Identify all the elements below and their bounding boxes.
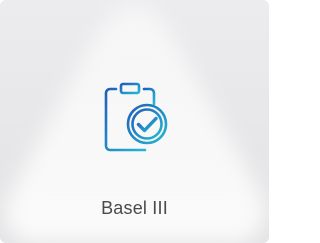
clipboard-check-icon — [104, 82, 168, 152]
basel-iii-tile[interactable]: Basel III — [0, 0, 269, 243]
tile-label: Basel III — [101, 198, 168, 218]
